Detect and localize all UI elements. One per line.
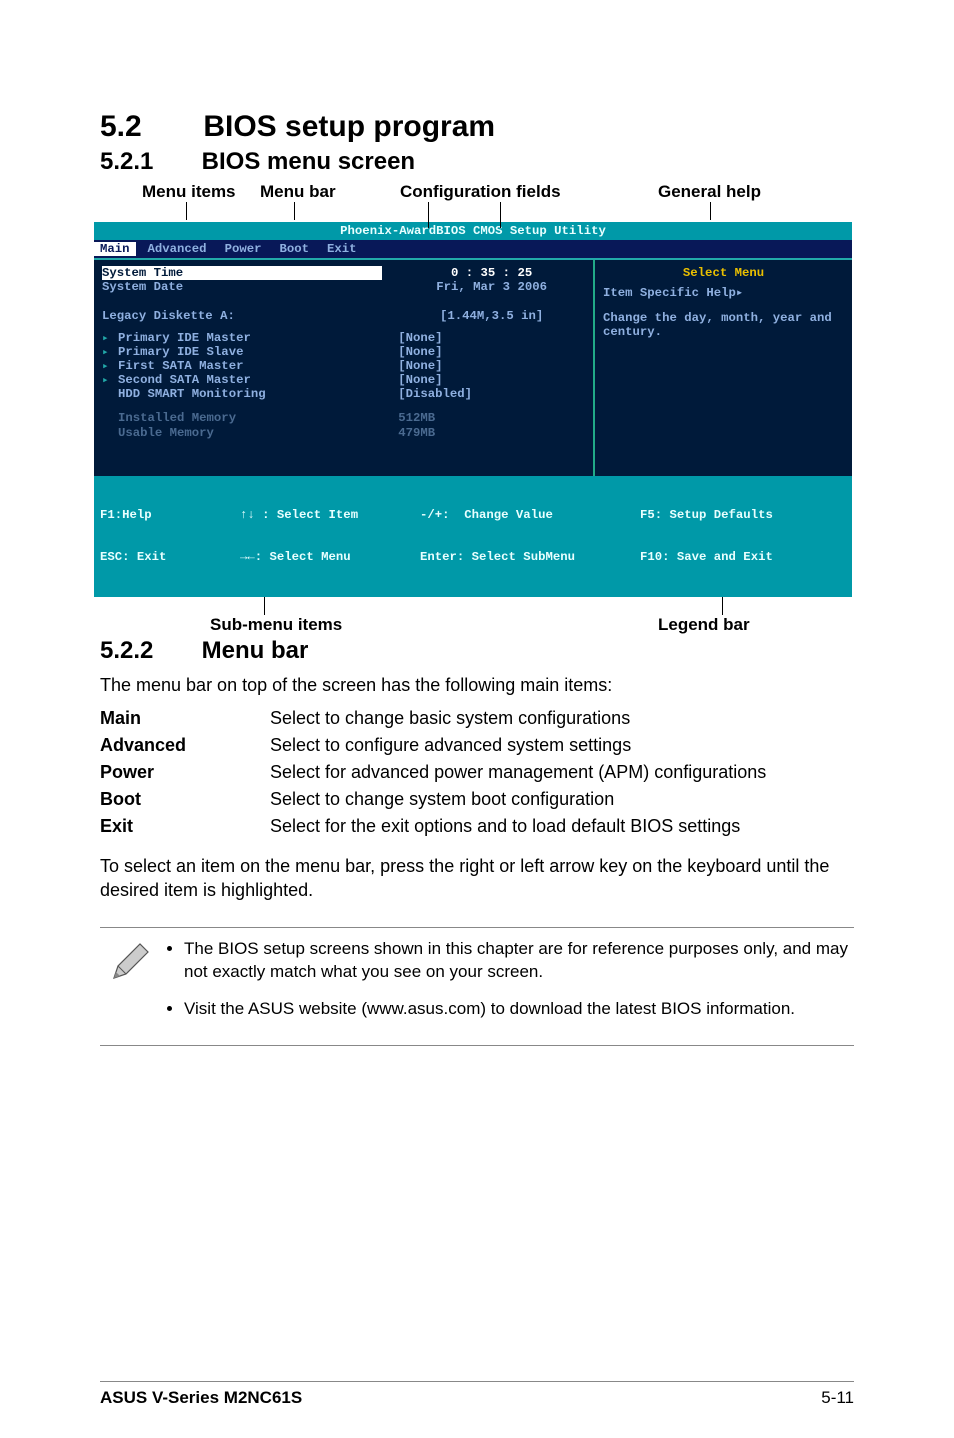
row-hdd-smart-value[interactable]: [Disabled] bbox=[398, 387, 585, 401]
desc-main: Select to change basic system configurat… bbox=[270, 705, 766, 732]
row-legacy-value[interactable]: [1.44M,3.5 in] bbox=[398, 309, 585, 323]
desc-power: Select for advanced power management (AP… bbox=[270, 759, 766, 786]
row-first-sata-label[interactable]: First SATA Master bbox=[102, 359, 382, 373]
bios-title-bar: Phoenix-AwardBIOS CMOS Setup Utility bbox=[94, 222, 852, 240]
tab-power[interactable]: Power bbox=[225, 242, 262, 256]
row-usable-mem-label: Usable Memory bbox=[102, 426, 382, 440]
desc-advanced: Select to configure advanced system sett… bbox=[270, 732, 766, 759]
term-main: Main bbox=[100, 705, 270, 732]
desc-boot: Select to change system boot configurati… bbox=[270, 786, 766, 813]
legend-sel-menu: →←: Select Menu bbox=[240, 550, 420, 564]
footer-product: ASUS V-Series M2NC61S bbox=[100, 1388, 302, 1408]
help-text: Change the day, month, year and century. bbox=[603, 311, 844, 339]
legend-sel-item: ↑↓ : Select Item bbox=[240, 508, 420, 522]
row-pri-slave-value[interactable]: [None] bbox=[398, 345, 585, 359]
term-boot: Boot bbox=[100, 786, 270, 813]
row-system-time-label[interactable]: System Time bbox=[102, 266, 382, 280]
row-pri-master-value[interactable]: [None] bbox=[398, 331, 585, 345]
row-second-sata-label[interactable]: Second SATA Master bbox=[102, 373, 382, 387]
row-installed-mem-value: 512MB bbox=[398, 411, 585, 425]
row-system-date-label[interactable]: System Date bbox=[102, 280, 382, 294]
help-select-menu: Select Menu bbox=[603, 266, 844, 280]
menubar-intro: The menu bar on top of the screen has th… bbox=[100, 673, 854, 697]
row-pri-slave-label[interactable]: Primary IDE Slave bbox=[102, 345, 382, 359]
top-annotations: Menu items Menu bar Configuration fields… bbox=[100, 182, 854, 222]
table-row: MainSelect to change basic system config… bbox=[100, 705, 766, 732]
section-heading: 5.2 BIOS setup program bbox=[100, 110, 854, 144]
row-system-time-value[interactable]: 0 : 35 : 25 bbox=[398, 266, 585, 280]
table-row: ExitSelect for the exit options and to l… bbox=[100, 813, 766, 840]
subsection-522-title: Menu bar bbox=[202, 637, 309, 664]
annot-config-fields: Configuration fields bbox=[400, 182, 561, 202]
table-row: PowerSelect for advanced power managemen… bbox=[100, 759, 766, 786]
annot-general-help: General help bbox=[658, 182, 761, 202]
bios-menubar: Main Advanced Power Boot Exit bbox=[94, 240, 852, 258]
row-first-sata-value[interactable]: [None] bbox=[398, 359, 585, 373]
subsection-522-number: 5.2.2 bbox=[100, 637, 195, 665]
bottom-annotations: Sub-menu items Legend bar bbox=[100, 597, 854, 637]
page-footer: ASUS V-Series M2NC61S 5-11 bbox=[100, 1381, 854, 1408]
pencil-icon bbox=[106, 938, 166, 1035]
row-second-sata-value[interactable]: [None] bbox=[398, 373, 585, 387]
row-hdd-smart-label[interactable]: HDD SMART Monitoring bbox=[102, 387, 382, 401]
row-legacy-label[interactable]: Legacy Diskette A: bbox=[102, 309, 382, 323]
help-item-specific: Item Specific Help▸ bbox=[603, 286, 844, 300]
section-title-text: BIOS setup program bbox=[203, 110, 495, 143]
subsection-521: 5.2.1 BIOS menu screen bbox=[100, 148, 854, 176]
row-usable-mem-value: 479MB bbox=[398, 426, 585, 440]
subsection-521-title: BIOS menu screen bbox=[202, 148, 415, 175]
row-system-date-value[interactable]: Fri, Mar 3 2006 bbox=[398, 280, 585, 294]
table-row: BootSelect to change system boot configu… bbox=[100, 786, 766, 813]
tab-main[interactable]: Main bbox=[94, 242, 136, 256]
bios-screenshot: Phoenix-AwardBIOS CMOS Setup Utility Mai… bbox=[94, 222, 852, 597]
subsection-522: 5.2.2 Menu bar bbox=[100, 637, 854, 665]
legend-change-val: -/+: Change Value bbox=[420, 508, 640, 522]
term-exit: Exit bbox=[100, 813, 270, 840]
footer-page: 5-11 bbox=[821, 1388, 854, 1408]
section-number: 5.2 bbox=[100, 110, 195, 144]
annot-submenu: Sub-menu items bbox=[210, 615, 342, 635]
tab-exit[interactable]: Exit bbox=[327, 242, 357, 256]
annot-menu-bar: Menu bar bbox=[260, 182, 336, 202]
legend-enter: Enter: Select SubMenu bbox=[420, 550, 640, 564]
term-power: Power bbox=[100, 759, 270, 786]
row-installed-mem-label: Installed Memory bbox=[102, 411, 382, 425]
tab-boot[interactable]: Boot bbox=[279, 242, 309, 256]
annot-legendbar: Legend bar bbox=[658, 615, 750, 635]
select-instruction: To select an item on the menu bar, press… bbox=[100, 854, 854, 903]
subsection-521-number: 5.2.1 bbox=[100, 148, 195, 176]
legend-esc: ESC: Exit bbox=[100, 550, 240, 564]
note-item-2: Visit the ASUS website (www.asus.com) to… bbox=[184, 998, 848, 1021]
table-row: AdvancedSelect to configure advanced sys… bbox=[100, 732, 766, 759]
legend-f1: F1:Help bbox=[100, 508, 240, 522]
tab-advanced[interactable]: Advanced bbox=[148, 242, 207, 256]
menubar-table: MainSelect to change basic system config… bbox=[100, 705, 766, 840]
row-pri-master-label[interactable]: Primary IDE Master bbox=[102, 331, 382, 345]
desc-exit: Select for the exit options and to load … bbox=[270, 813, 766, 840]
legend-f10: F10: Save and Exit bbox=[640, 550, 773, 564]
legend-f5: F5: Setup Defaults bbox=[640, 508, 773, 522]
annot-menu-items: Menu items bbox=[142, 182, 236, 202]
bios-legend-bar: F1:Help ESC: Exit ↑↓ : Select Item →←: S… bbox=[94, 476, 852, 597]
note-item-1: The BIOS setup screens shown in this cha… bbox=[184, 938, 848, 984]
note-box: The BIOS setup screens shown in this cha… bbox=[100, 927, 854, 1046]
term-advanced: Advanced bbox=[100, 732, 270, 759]
